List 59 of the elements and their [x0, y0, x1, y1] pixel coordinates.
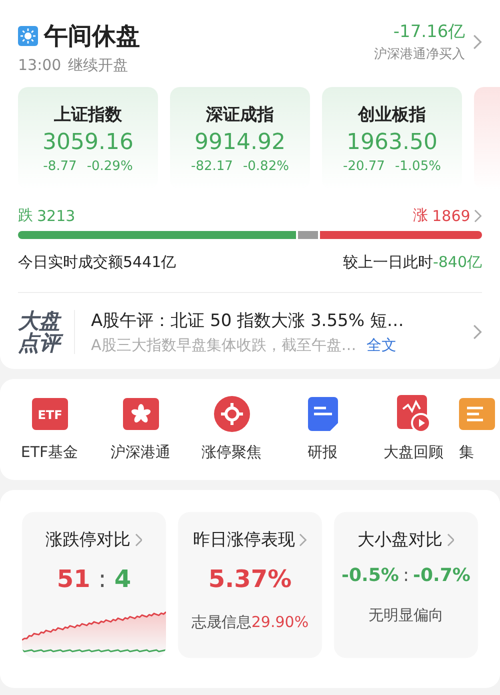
app-icon — [459, 398, 495, 430]
document-icon — [308, 397, 338, 431]
target-icon — [214, 396, 250, 432]
ratio-value: 51 — [56, 565, 90, 593]
index-value: 1963.50 — [346, 130, 438, 155]
index-percent: -1.05% — [394, 159, 441, 174]
chevron-right-icon — [299, 532, 307, 546]
chevron-right-icon — [134, 532, 142, 546]
turnover-compare: 较上一日此时-840亿 — [342, 253, 482, 272]
shortcut-button[interactable]: ETF ETF基金 — [4, 395, 95, 462]
stat-title[interactable]: 大小盘对比 — [358, 528, 454, 551]
ratio-separator: : — [402, 565, 410, 586]
ratio-value: -0.7% — [413, 565, 470, 586]
ratio-value: -0.5% — [342, 565, 399, 586]
index-value: 3059.16 — [42, 130, 134, 155]
shortcut-button[interactable]: 涨停聚焦 — [186, 395, 277, 462]
index-name: 上证指数 — [54, 104, 122, 126]
stock-note: 志晟信息29.90% — [191, 613, 309, 632]
advance-label: 涨 — [413, 206, 428, 225]
net-flow-label: 沪深港通净买入 — [374, 46, 466, 63]
full-text-link[interactable]: 全文 — [366, 336, 396, 355]
index-change: -82.17 — [191, 159, 233, 174]
flat-bar — [298, 231, 318, 239]
ratio-value: 4 — [114, 565, 132, 593]
index-change: -20.77 — [343, 159, 385, 174]
net-flow-value: -17.16亿 — [393, 21, 466, 43]
flower-icon — [122, 398, 158, 430]
etf-icon: ETF — [32, 398, 68, 430]
stat-title[interactable]: 涨跌停对比 — [46, 528, 142, 551]
index-name: 创业板指 — [358, 104, 426, 126]
chevron-right-icon — [474, 208, 482, 222]
chevron-right-icon — [446, 532, 454, 546]
index-change: -8.77 — [43, 159, 77, 174]
market-review-logo: 大盘 点评 — [18, 310, 75, 354]
shortcut-button[interactable]: 研报 — [277, 395, 368, 462]
advance-count: 1869 — [432, 206, 470, 224]
chevron-right-icon — [473, 34, 482, 50]
decline-count: 3213 — [37, 206, 76, 224]
index-value: 9914.92 — [194, 130, 286, 155]
session-subtitle: 继续开盘 — [68, 56, 128, 75]
stat-title[interactable]: 昨日涨停表现 — [193, 528, 307, 551]
news-summary: A股三大指数早盘集体收跌，截至午盘… — [91, 336, 356, 355]
stat-value: 5.37% — [208, 565, 292, 593]
decline-label: 跌 — [18, 206, 33, 225]
stat-note: 无明显偏向 — [368, 606, 444, 625]
news-headline[interactable]: A股午评：北证 50 指数大涨 3.55% 短… — [91, 309, 458, 332]
session-title: 午间休盘 — [44, 21, 140, 52]
video-chart-icon — [396, 395, 430, 433]
chevron-right-icon — [473, 324, 482, 340]
shortcut-button[interactable]: 集 — [459, 395, 499, 462]
ratio-separator: : — [98, 565, 106, 593]
turnover-text: 今日实时成交额5441亿 — [18, 253, 176, 272]
index-percent: -0.82% — [242, 159, 289, 174]
shortcut-button[interactable]: 沪深港通 — [95, 395, 186, 462]
shortcut-button[interactable]: 大盘回顾 — [368, 395, 459, 462]
sun-icon — [18, 26, 38, 46]
index-name: 深证成指 — [206, 104, 274, 126]
index-percent: -0.29% — [86, 159, 133, 174]
session-time: 13:00 — [18, 56, 62, 75]
